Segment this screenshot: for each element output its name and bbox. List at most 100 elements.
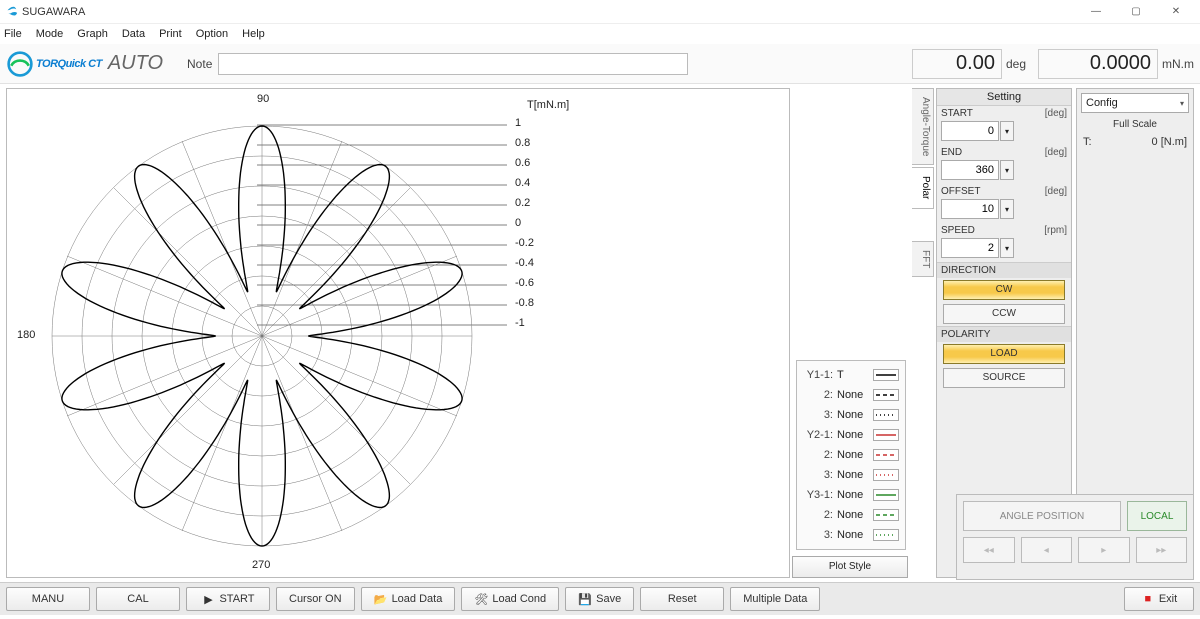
legend-swatch[interactable]: [873, 509, 899, 521]
menu-mode[interactable]: Mode: [36, 28, 64, 40]
reset-button[interactable]: Reset: [640, 587, 724, 611]
offset-spin[interactable]: ▾: [1000, 199, 1014, 219]
angle-unit: deg: [1006, 57, 1026, 71]
legend-row: Y3-1:None: [801, 485, 901, 505]
tick: 0: [515, 213, 534, 233]
menu-help[interactable]: Help: [242, 28, 265, 40]
tick: -0.8: [515, 293, 534, 313]
start-unit: [deg]: [1045, 108, 1067, 119]
fast-forward-button[interactable]: ▸▸: [1136, 537, 1188, 563]
window-titlebar: SUGAWARA — ▢ ✕: [0, 0, 1200, 24]
angle-position-button[interactable]: ANGLE POSITION: [963, 501, 1121, 531]
tick: 0.8: [515, 133, 534, 153]
end-input[interactable]: [941, 160, 999, 180]
legend-row: 2:None: [801, 385, 901, 405]
window-maximize-button[interactable]: ▢: [1116, 0, 1156, 24]
legend-key: 2:: [801, 509, 837, 521]
legend-swatch[interactable]: [873, 409, 899, 421]
tick: -1: [515, 313, 534, 333]
menu-print[interactable]: Print: [159, 28, 182, 40]
end-unit: [deg]: [1045, 147, 1067, 158]
polarity-label: POLARITY: [937, 326, 1071, 342]
plot-style-button[interactable]: Plot Style: [792, 556, 908, 578]
note-input[interactable]: [218, 53, 688, 75]
save-label: Save: [596, 593, 621, 605]
menu-file[interactable]: File: [4, 28, 22, 40]
play-icon: ▶: [201, 592, 215, 606]
tick: -0.4: [515, 253, 534, 273]
header-bar: TORQuick CT AUTO Note 0.00 deg 0.0000 mN…: [0, 44, 1200, 84]
fullscale-label: Full Scale: [1081, 119, 1189, 130]
cursor-on-button[interactable]: Cursor ON: [276, 587, 355, 611]
window-title: SUGAWARA: [22, 6, 85, 18]
legend-row: Y2-1:None: [801, 425, 901, 445]
start-input[interactable]: [941, 121, 999, 141]
step-back-button[interactable]: ◂: [1021, 537, 1073, 563]
end-spin[interactable]: ▾: [1000, 160, 1014, 180]
legend-key: 3:: [801, 529, 837, 541]
tab-polar[interactable]: Polar: [912, 167, 934, 208]
polar-chart-svg: [27, 101, 497, 571]
legend-value: None: [837, 449, 871, 461]
start-label: START: [219, 593, 254, 605]
direction-cw-button[interactable]: CW: [943, 280, 1065, 300]
product-logo: TORQuick CT: [6, 50, 102, 78]
legend-value: None: [837, 409, 871, 421]
legend-value: None: [837, 529, 871, 541]
menu-option[interactable]: Option: [196, 28, 228, 40]
menu-data[interactable]: Data: [122, 28, 145, 40]
legend-swatch[interactable]: [873, 369, 899, 381]
load-cond-button[interactable]: 🛠 Load Cond: [461, 587, 559, 611]
load-data-button[interactable]: 📂 Load Data: [361, 587, 456, 611]
polarity-source-button[interactable]: SOURCE: [943, 368, 1065, 388]
fs-value: 0 [N.m]: [1152, 136, 1187, 148]
direction-label: DIRECTION: [937, 262, 1071, 278]
load-cond-label: Load Cond: [492, 593, 546, 605]
save-button[interactable]: 💾 Save: [565, 587, 634, 611]
legend-row: 2:None: [801, 505, 901, 525]
legend-swatch[interactable]: [873, 529, 899, 541]
offset-unit: [deg]: [1045, 186, 1067, 197]
polarity-load-button[interactable]: LOAD: [943, 344, 1065, 364]
window-minimize-button[interactable]: —: [1076, 0, 1116, 24]
chevron-down-icon: ▾: [1180, 99, 1184, 108]
play-button[interactable]: ▸: [1078, 537, 1130, 563]
swoosh-icon: [6, 50, 34, 78]
rewind-button[interactable]: ◂◂: [963, 537, 1015, 563]
start-button[interactable]: ▶ START: [186, 587, 270, 611]
torque-readout: 0.0000: [1038, 49, 1158, 79]
legend-key: 3:: [801, 409, 837, 421]
tick: -0.2: [515, 233, 534, 253]
exit-button[interactable]: ■ Exit: [1124, 587, 1194, 611]
window-close-button[interactable]: ✕: [1156, 0, 1196, 24]
start-spin[interactable]: ▾: [1000, 121, 1014, 141]
manu-button[interactable]: MANU: [6, 587, 90, 611]
menu-graph[interactable]: Graph: [77, 28, 108, 40]
local-button[interactable]: LOCAL: [1127, 501, 1187, 531]
tab-angle-torque[interactable]: Angle-Torque: [912, 88, 934, 165]
legend-key: 2:: [801, 449, 837, 461]
legend-value: None: [837, 489, 871, 501]
legend-swatch[interactable]: [873, 429, 899, 441]
multiple-data-button[interactable]: Multiple Data: [730, 587, 820, 611]
speed-input[interactable]: [941, 238, 999, 258]
speed-label: SPEED: [941, 225, 975, 236]
legend-value: T: [837, 369, 871, 381]
legend-swatch[interactable]: [873, 469, 899, 481]
legend-swatch[interactable]: [873, 449, 899, 461]
config-dropdown[interactable]: Config ▾: [1081, 93, 1189, 113]
speed-spin[interactable]: ▾: [1000, 238, 1014, 258]
direction-ccw-button[interactable]: CCW: [943, 304, 1065, 324]
offset-label: OFFSET: [941, 186, 980, 197]
legend-swatch[interactable]: [873, 489, 899, 501]
offset-input[interactable]: [941, 199, 999, 219]
cal-button[interactable]: CAL: [96, 587, 180, 611]
legend-key: Y2-1:: [801, 429, 837, 441]
legend-row: 3:None: [801, 525, 901, 545]
transport-panel: ANGLE POSITION LOCAL ◂◂ ◂ ▸ ▸▸: [956, 494, 1194, 580]
legend-column: Y1-1:T2:None3:NoneY2-1:None2:None3:NoneY…: [792, 88, 908, 578]
tick: 0.6: [515, 153, 534, 173]
legend-swatch[interactable]: [873, 389, 899, 401]
tab-fft[interactable]: FFT: [912, 241, 934, 277]
legend-key: 2:: [801, 389, 837, 401]
